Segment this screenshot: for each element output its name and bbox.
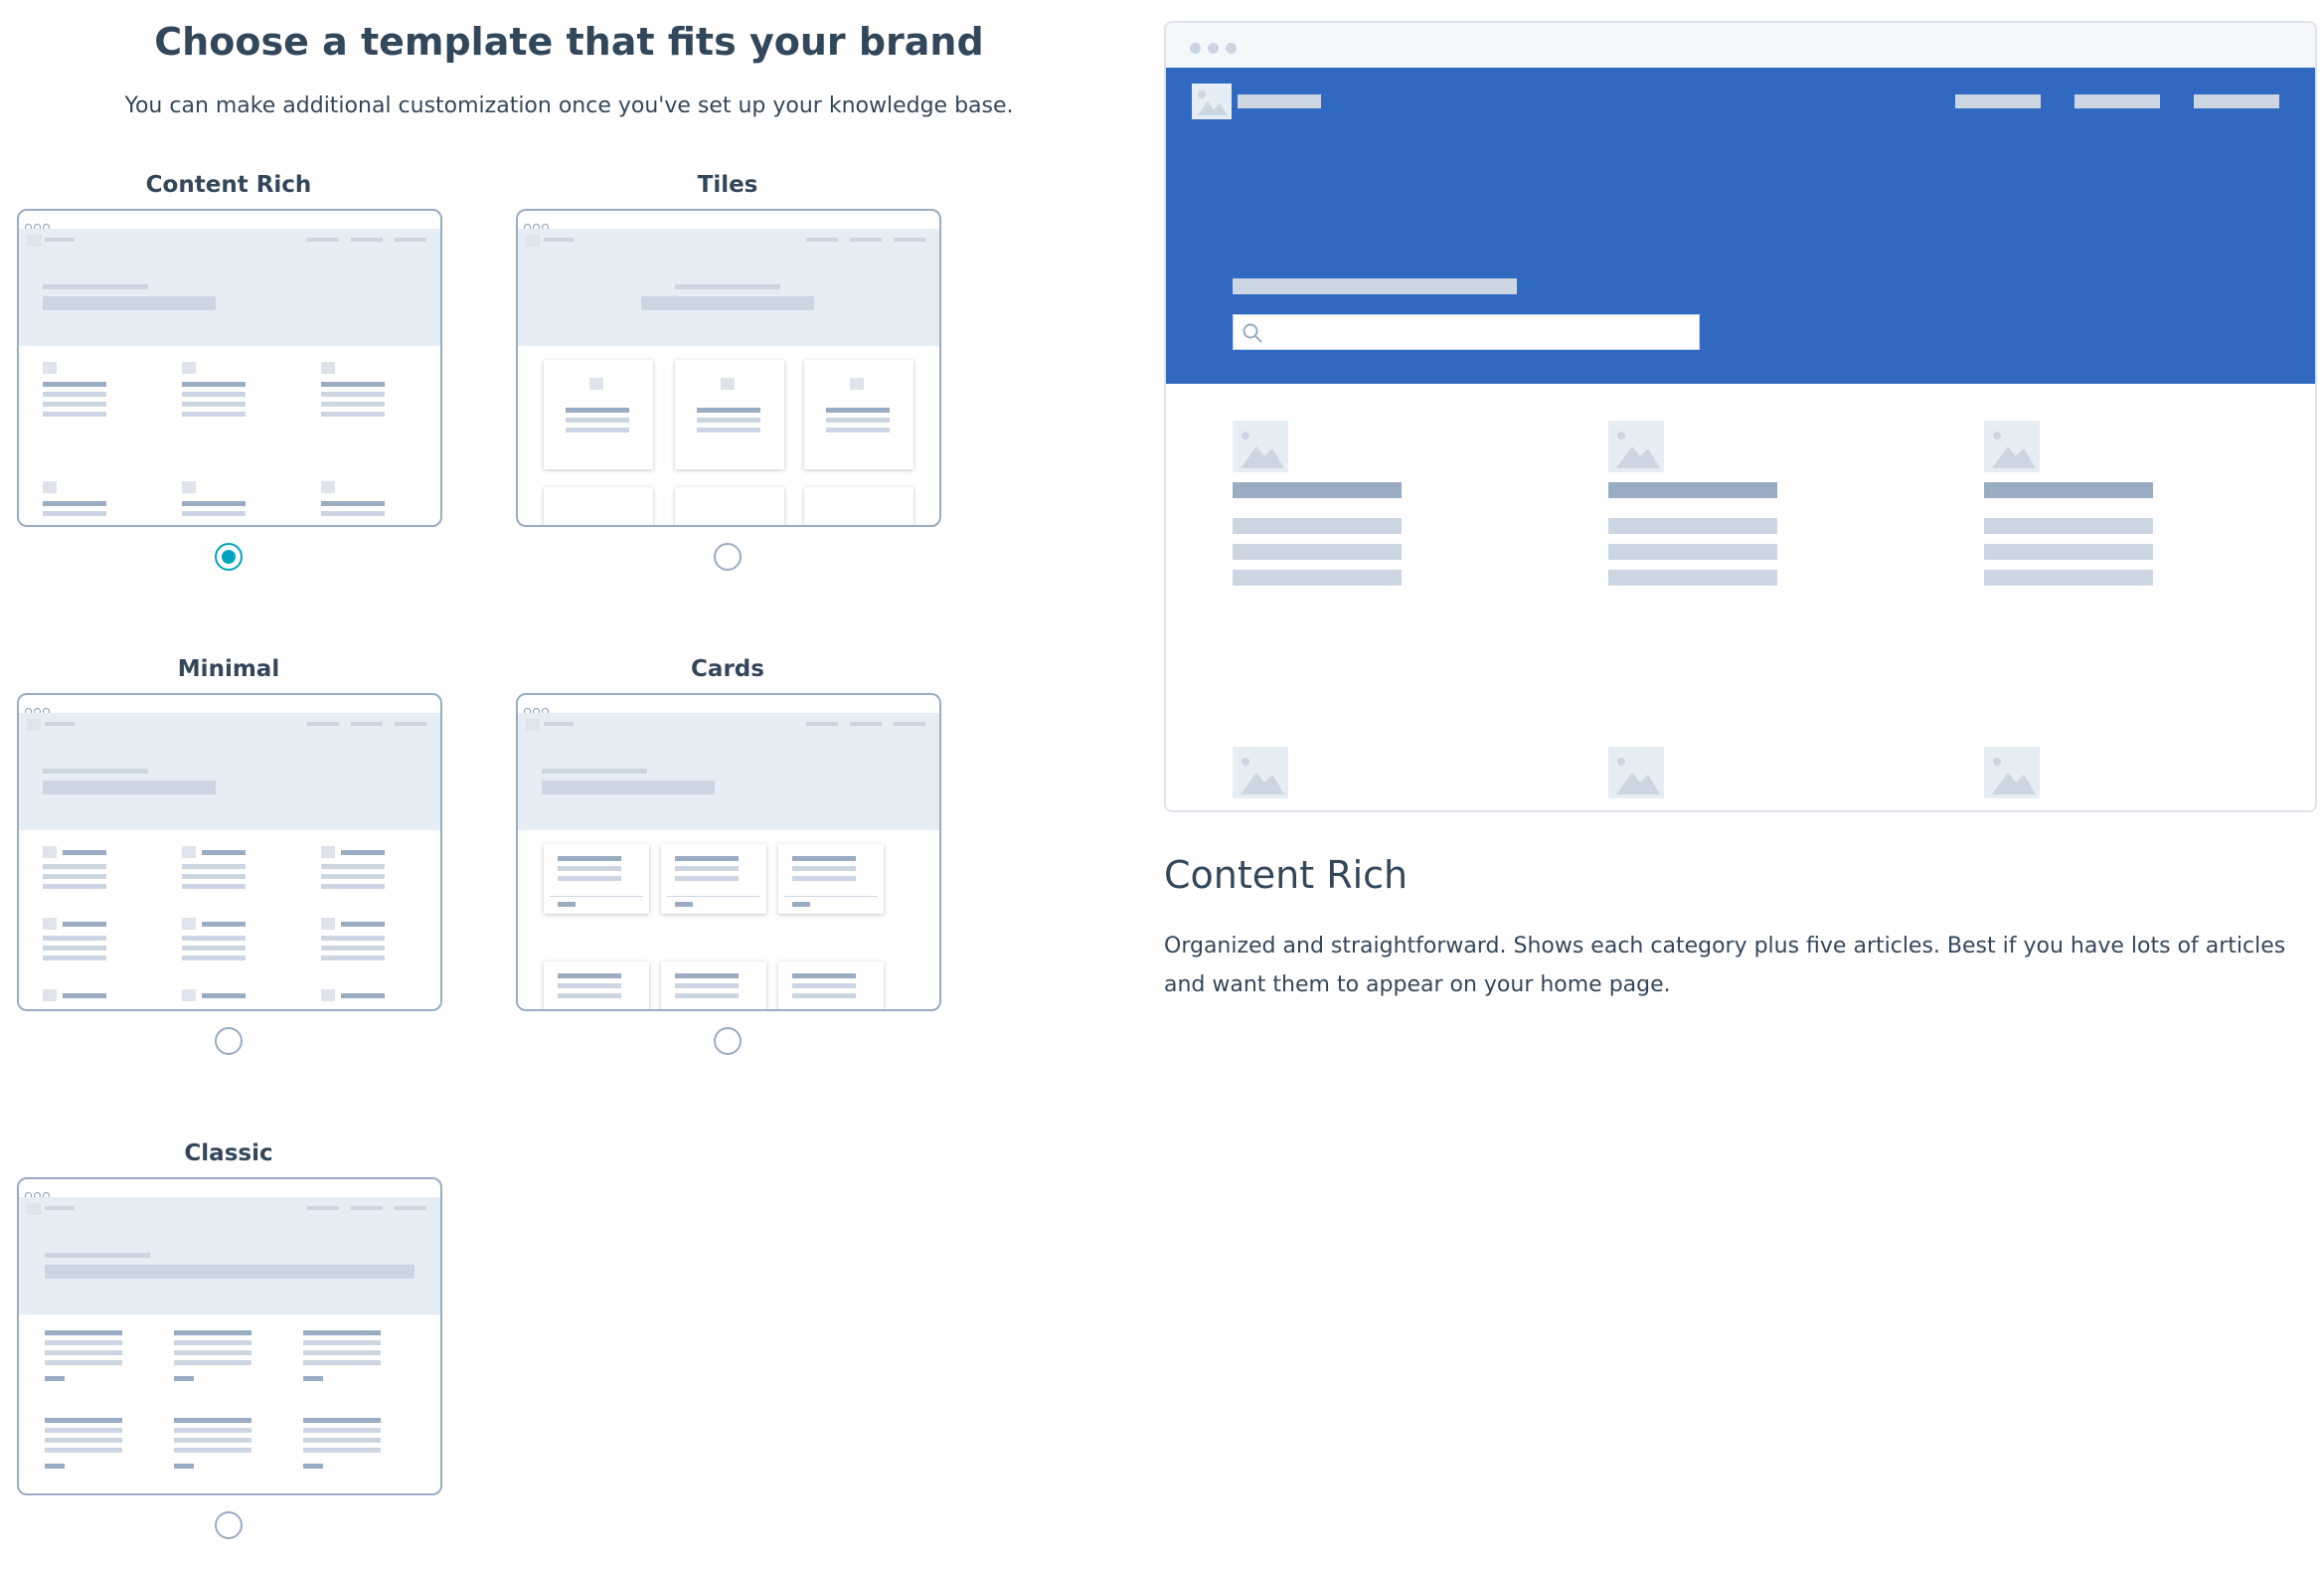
logo-image-icon bbox=[1192, 84, 1232, 119]
template-option-classic[interactable]: Classic bbox=[17, 1135, 442, 1539]
window-dot-icon bbox=[1190, 43, 1201, 54]
template-label: Content Rich bbox=[145, 172, 312, 198]
preview-description: Organized and straightforward. Shows eac… bbox=[1164, 934, 2286, 997]
template-label: Tiles bbox=[697, 172, 758, 198]
template-label: Classic bbox=[184, 1140, 273, 1166]
template-option-minimal[interactable]: Minimal bbox=[17, 651, 442, 1055]
template-thumbnail-minimal[interactable] bbox=[17, 693, 442, 1011]
logo-image-icon bbox=[27, 1203, 41, 1215]
template-option-tiles[interactable]: Tiles bbox=[516, 167, 941, 571]
search-icon bbox=[1243, 323, 1262, 343]
template-option-cards[interactable]: Cards bbox=[516, 651, 941, 1055]
template-picker: Choose a template that fits your brand Y… bbox=[0, 0, 1143, 1569]
thumb-hero bbox=[19, 229, 440, 346]
template-radio-content-rich[interactable] bbox=[215, 543, 243, 571]
template-radio-tiles[interactable] bbox=[714, 543, 742, 571]
image-placeholder-icon bbox=[1233, 421, 1288, 472]
image-placeholder-icon bbox=[721, 378, 735, 390]
image-placeholder-icon bbox=[1984, 747, 2040, 798]
template-radio-classic[interactable] bbox=[215, 1511, 243, 1539]
image-placeholder-icon bbox=[589, 378, 603, 390]
image-placeholder-icon bbox=[321, 362, 335, 374]
template-option-content-rich[interactable]: Content Rich bbox=[17, 167, 442, 571]
logo-image-icon bbox=[27, 235, 41, 247]
template-label: Minimal bbox=[177, 656, 280, 682]
image-placeholder-icon bbox=[43, 481, 57, 493]
thumb-hero bbox=[518, 229, 939, 346]
image-placeholder-icon bbox=[182, 362, 196, 374]
page-title: Choose a template that fits your brand bbox=[154, 20, 984, 64]
page-subtitle: You can make additional customization on… bbox=[124, 93, 1014, 118]
window-dot-icon bbox=[1208, 43, 1219, 54]
template-preview bbox=[1164, 21, 2317, 812]
template-thumbnail-content-rich[interactable] bbox=[17, 209, 442, 527]
image-placeholder-icon bbox=[182, 481, 196, 493]
template-label: Cards bbox=[691, 656, 764, 682]
image-placeholder-icon bbox=[850, 378, 864, 390]
logo-image-icon bbox=[27, 719, 41, 731]
template-radio-cards[interactable] bbox=[714, 1027, 742, 1055]
template-thumbnail-cards[interactable] bbox=[516, 693, 941, 1011]
thumb-hero bbox=[19, 713, 440, 830]
template-thumbnail-classic[interactable] bbox=[17, 1177, 442, 1495]
image-placeholder-icon bbox=[1984, 421, 2040, 472]
image-placeholder-icon bbox=[1233, 747, 1288, 798]
image-placeholder-icon bbox=[1608, 747, 1664, 798]
image-placeholder-icon bbox=[1608, 421, 1664, 472]
logo-image-icon bbox=[526, 719, 540, 731]
preview-title: Content Rich bbox=[1164, 853, 1409, 897]
image-placeholder-icon bbox=[321, 481, 335, 493]
thumb-hero bbox=[518, 713, 939, 830]
image-placeholder-icon bbox=[43, 362, 57, 374]
thumb-hero bbox=[19, 1197, 440, 1314]
browser-bar bbox=[1166, 23, 2315, 68]
logo-image-icon bbox=[526, 235, 540, 247]
window-dot-icon bbox=[1226, 43, 1237, 54]
template-radio-minimal[interactable] bbox=[215, 1027, 243, 1055]
preview-search-input bbox=[1233, 314, 1700, 350]
template-thumbnail-tiles[interactable] bbox=[516, 209, 941, 527]
